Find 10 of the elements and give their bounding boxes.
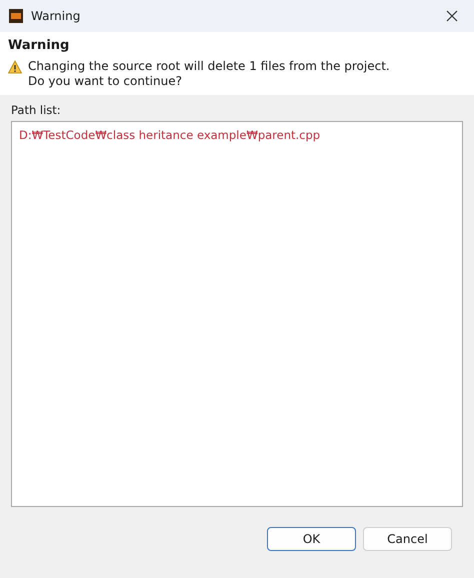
warning-message: Changing the source root will delete 1 files from the project. Do you want to continue? [28,59,391,89]
cancel-button[interactable]: Cancel [363,527,452,551]
warning-icon [8,60,22,74]
app-icon [9,9,23,23]
path-list-label: Path list: [11,103,62,117]
dialog-heading: Warning [8,38,70,53]
close-icon[interactable] [446,10,458,22]
path-item[interactable]: D:₩TestCode₩class heritance example₩parent.cpp [19,128,455,142]
ok-button[interactable]: OK [267,527,356,551]
window-title: Warning [31,9,82,23]
